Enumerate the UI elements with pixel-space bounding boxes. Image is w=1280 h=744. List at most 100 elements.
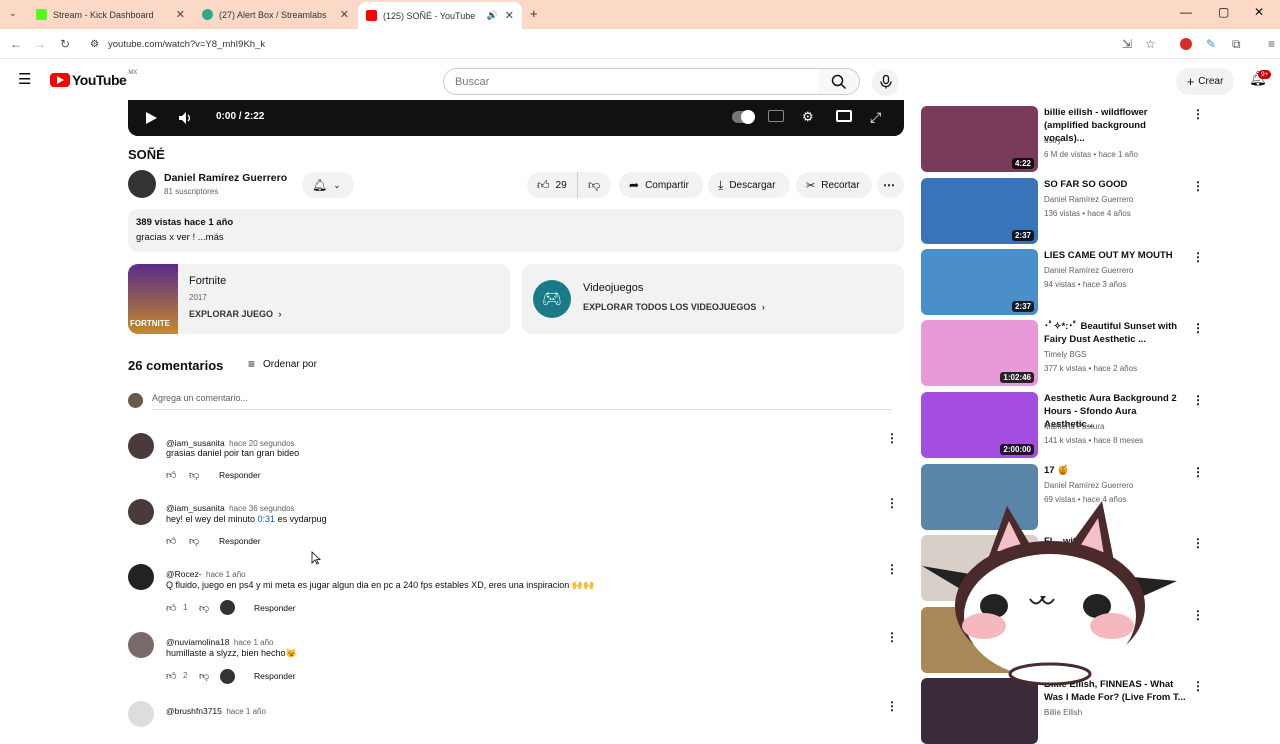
reply-button[interactable]: Responder — [219, 470, 261, 480]
channel-name[interactable]: Daniel Ramírez Guerrero — [164, 172, 287, 184]
reply-button[interactable]: Responder — [254, 671, 296, 681]
video-thumbnail[interactable]: 2:37 — [921, 249, 1038, 315]
related-video-channel[interactable]: Daniel Ramírez Guerrero — [1044, 479, 1133, 493]
add-comment-input[interactable]: Agrega un comentario... — [152, 393, 892, 410]
game-card[interactable]: FORTNITE Fortnite 2017 EXPLORAR JUEGO › — [128, 264, 510, 334]
reply-button[interactable]: Responder — [219, 536, 261, 546]
close-tab-icon[interactable]: ✕ — [176, 8, 185, 21]
video-more-icon[interactable]: ⋮ — [1192, 107, 1204, 121]
comment-time[interactable]: hace 1 año — [206, 570, 246, 579]
theater-mode-icon[interactable] — [836, 110, 852, 122]
comment-time[interactable]: hace 36 segundos — [229, 504, 294, 513]
related-video-title[interactable]: SO FAR SO GOOD — [1044, 178, 1186, 191]
sort-comments-button[interactable]: ≡ Ordenar por — [248, 357, 317, 371]
create-button[interactable]: + Crear — [1176, 68, 1234, 95]
commenter-avatar[interactable] — [128, 632, 154, 658]
commenter-avatar[interactable] — [128, 701, 154, 727]
comment-author[interactable]: @Rocez- — [166, 569, 202, 579]
tab-list-icon[interactable]: ⌄ — [9, 8, 17, 19]
video-more-icon[interactable]: ⋮ — [1192, 536, 1204, 550]
comment-like-icon[interactable]: 👍︎ — [166, 670, 176, 682]
forward-icon[interactable]: → — [34, 37, 46, 51]
subtitles-icon[interactable] — [768, 110, 784, 122]
autoplay-toggle[interactable] — [732, 110, 755, 124]
commenter-avatar[interactable] — [128, 499, 154, 525]
comment-dislike-icon[interactable]: 👎︎ — [199, 602, 209, 614]
url-field[interactable]: ⚙ youtube.com/watch?v=Y8_mhI9Kh_k — [88, 34, 1168, 54]
search-input[interactable]: Buscar — [443, 68, 819, 95]
install-app-icon[interactable]: ⇲ — [1122, 37, 1132, 51]
commenter-avatar[interactable] — [128, 564, 154, 590]
description-box[interactable]: 389 vistas hace 1 año gracias x ver ! ..… — [128, 209, 904, 252]
comment-like-icon[interactable]: 👍︎ — [166, 469, 176, 481]
video-thumbnail[interactable]: 4:22 — [921, 106, 1038, 172]
extension-red-icon[interactable] — [1180, 38, 1192, 50]
reply-button[interactable]: Responder — [254, 603, 296, 613]
close-tab-icon[interactable]: ✕ — [505, 9, 514, 22]
related-video-title[interactable]: billie eilish - wildflower (amplified ba… — [1044, 106, 1186, 145]
comment-dislike-icon[interactable]: 👎︎ — [189, 535, 199, 547]
back-icon[interactable]: ← — [10, 37, 22, 51]
video-thumbnail[interactable]: 2:37 — [921, 178, 1038, 244]
video-thumbnail[interactable]: 1:02:46 — [921, 320, 1038, 386]
related-video-channel[interactable]: Timely BGS — [1044, 348, 1086, 362]
video-more-icon[interactable]: ⋮ — [1192, 679, 1204, 693]
comment-author[interactable]: @nuviamolina18 — [166, 637, 229, 647]
comment-time[interactable]: hace 1 año — [234, 638, 274, 647]
related-video-channel[interactable]: ustry — [1044, 134, 1061, 148]
related-video-channel[interactable]: Daniel Ramírez Guerrero — [1044, 264, 1133, 278]
close-tab-icon[interactable]: ✕ — [340, 8, 349, 21]
comment-like-icon[interactable]: 👍︎ — [166, 535, 176, 547]
comment-time[interactable]: hace 20 segundos — [229, 439, 294, 448]
voice-search-button[interactable] — [872, 69, 899, 96]
video-player[interactable]: 0:00 / 2:22 ⚙ ⤢ — [128, 100, 904, 136]
comment-author[interactable]: @iam_susanita — [166, 438, 225, 448]
explore-game-link[interactable]: EXPLORAR JUEGO › — [189, 309, 282, 319]
category-card[interactable]: 🎮︎ Videojuegos EXPLORAR TODOS LOS VIDEOJ… — [522, 264, 904, 334]
close-window-icon[interactable]: ✕ — [1254, 5, 1264, 19]
share-button[interactable]: ➦ Compartir — [619, 172, 703, 198]
video-more-icon[interactable]: ⋮ — [1192, 608, 1204, 622]
hamburger-menu-icon[interactable]: ☰ — [18, 70, 31, 88]
video-more-icon[interactable]: ⋮ — [1192, 250, 1204, 264]
video-more-icon[interactable]: ⋮ — [1192, 321, 1204, 335]
related-video-title[interactable]: ･ﾟ✧*:･ﾟ Beautiful Sunset with Fairy Dust… — [1044, 320, 1186, 346]
comment-more-icon[interactable]: ⋮ — [886, 699, 898, 713]
youtube-logo[interactable]: YouTube MX — [50, 70, 137, 88]
play-icon[interactable] — [144, 111, 158, 125]
like-button[interactable]: 👍︎ 29 — [527, 172, 577, 198]
timestamp-link[interactable]: 0:31 — [258, 514, 276, 524]
search-button[interactable] — [818, 68, 860, 95]
dislike-button[interactable]: 👎︎ — [577, 172, 611, 198]
related-video-title[interactable]: 17 🍯 — [1044, 464, 1186, 477]
comment-time[interactable]: hace 1 año — [226, 707, 266, 716]
browser-menu-icon[interactable]: ≡ — [1268, 37, 1275, 51]
channel-avatar[interactable] — [128, 170, 156, 198]
tab-youtube[interactable]: (125) SOÑÉ - YouTube 🔊 ✕ — [358, 2, 522, 29]
video-more-icon[interactable]: ⋮ — [1192, 465, 1204, 479]
new-tab-icon[interactable]: + — [530, 6, 538, 21]
comment-dislike-icon[interactable]: 👎︎ — [189, 469, 199, 481]
tab-kick-dashboard[interactable]: Stream - Kick Dashboard ✕ — [28, 3, 193, 26]
comment-more-icon[interactable]: ⋮ — [886, 431, 898, 445]
commenter-avatar[interactable] — [128, 433, 154, 459]
comment-more-icon[interactable]: ⋮ — [886, 562, 898, 576]
comment-author[interactable]: @iam_susanita — [166, 503, 225, 513]
extensions-puzzle-icon[interactable]: ⧉ — [1232, 37, 1241, 52]
bookmark-star-icon[interactable]: ☆ — [1145, 37, 1156, 51]
related-video-channel[interactable]: Billie Eilish — [1044, 706, 1082, 720]
extension-icon[interactable]: ✎ — [1206, 37, 1216, 51]
video-more-icon[interactable]: ⋮ — [1192, 179, 1204, 193]
comment-more-icon[interactable]: ⋮ — [886, 496, 898, 510]
video-thumbnail[interactable]: 2:00:00 — [921, 392, 1038, 458]
related-video-channel[interactable]: Daniel Ramírez Guerrero — [1044, 193, 1133, 207]
comment-author[interactable]: @brushfn3715 — [166, 706, 222, 716]
reload-icon[interactable]: ↻ — [60, 37, 70, 51]
download-button[interactable]: ⤓ Descargar — [708, 172, 790, 198]
comment-more-icon[interactable]: ⋮ — [886, 630, 898, 644]
clip-button[interactable]: ✂ Recortar — [796, 172, 872, 198]
subscription-bell-button[interactable]: 🔔︎ ⌄ — [302, 172, 354, 198]
settings-gear-icon[interactable]: ⚙ — [802, 109, 814, 125]
video-more-icon[interactable]: ⋮ — [1192, 393, 1204, 407]
comment-dislike-icon[interactable]: 👎︎ — [199, 670, 209, 682]
